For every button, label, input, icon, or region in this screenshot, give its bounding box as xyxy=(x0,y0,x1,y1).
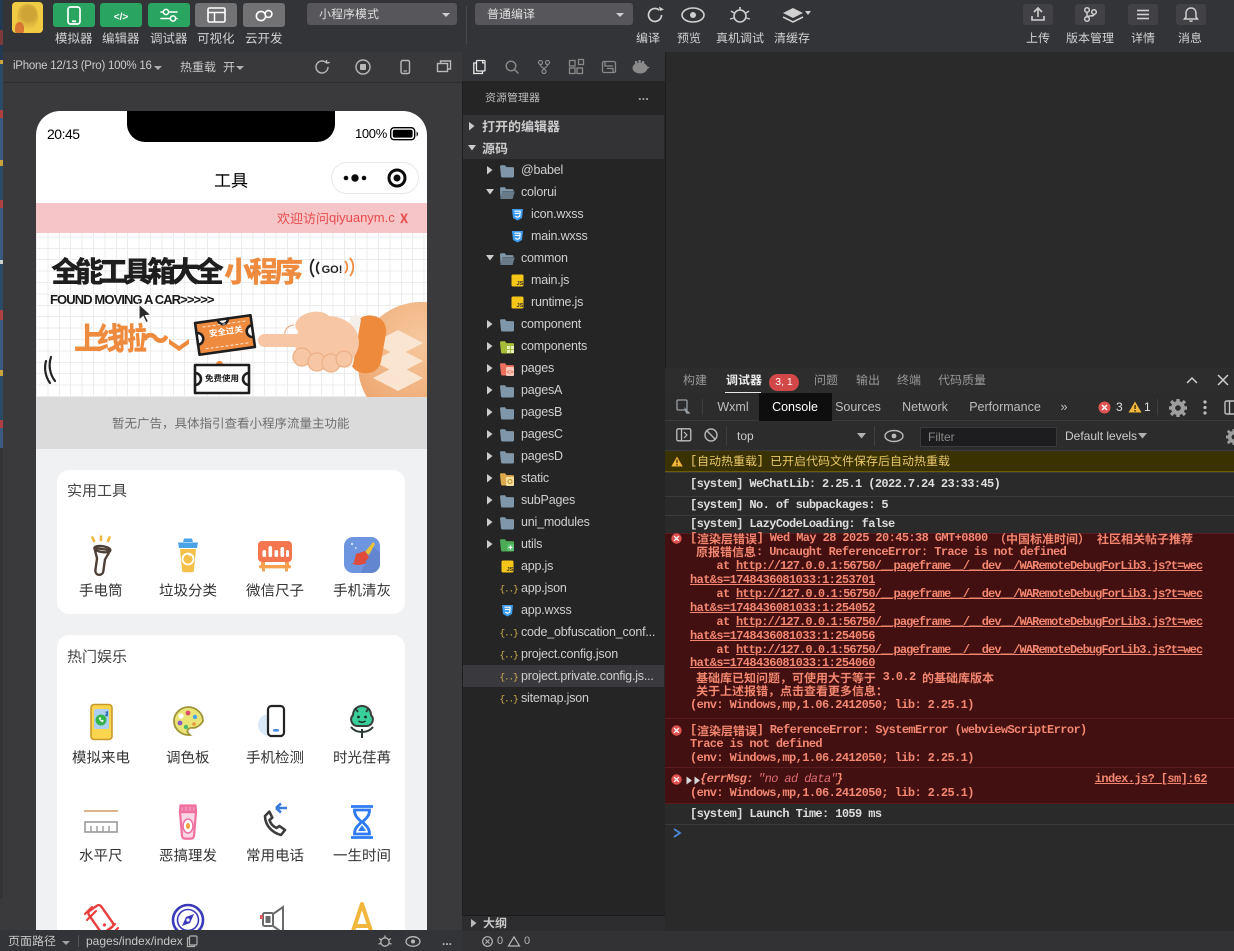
svg-text:JS: JS xyxy=(516,303,523,309)
svg-text:JS: JS xyxy=(516,281,523,287)
svg-text:{..}: {..} xyxy=(499,694,518,705)
svg-text:</>: </> xyxy=(114,12,129,23)
svg-text:{..}: {..} xyxy=(499,628,518,639)
svg-text:{..}: {..} xyxy=(499,672,518,683)
svg-text:GO!: GO! xyxy=(322,264,343,276)
svg-text:{..}: {..} xyxy=(499,650,518,661)
svg-text:{..}: {..} xyxy=(499,584,518,595)
svg-text:JS: JS xyxy=(506,567,513,573)
svg-text:<>: <> xyxy=(506,369,514,376)
